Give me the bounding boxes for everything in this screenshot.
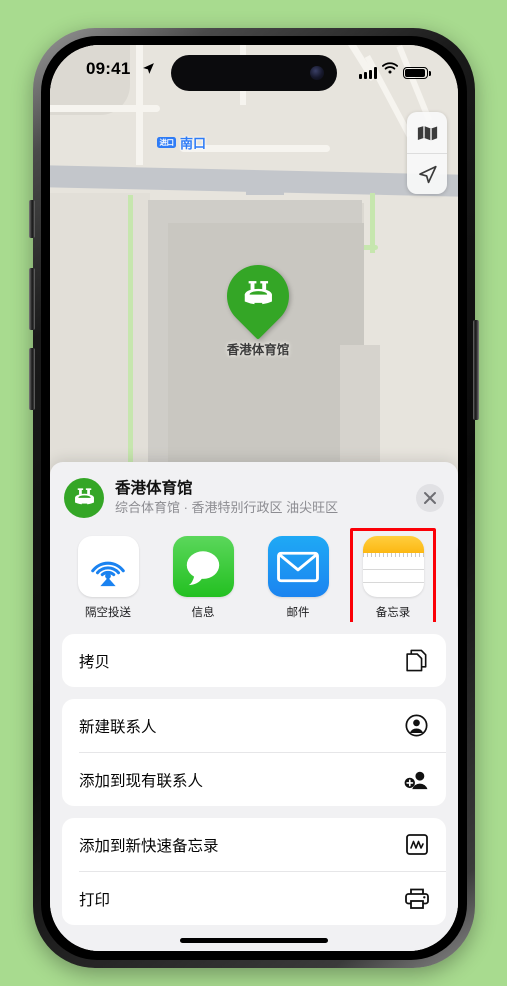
mail-icon[interactable] — [267, 536, 329, 597]
action-label: 打印 — [79, 891, 111, 909]
person-add-icon — [404, 767, 429, 792]
action-button[interactable] — [29, 200, 35, 238]
map-pin-label: 香港体育馆 — [226, 343, 290, 357]
front-camera-icon — [310, 66, 324, 80]
share-apps-row[interactable]: 隔空投送 信息 邮件 备忘录 — [50, 528, 458, 622]
action-row-print[interactable]: 打印 — [62, 872, 446, 925]
phone-screen: 进口 南口 香港体育馆 09:41 香港体育馆 综合体育馆 · 香港特别行政区 … — [50, 45, 458, 951]
messages-icon[interactable] — [172, 536, 234, 597]
action-group-contacts: 新建联系人 添加到现有联系人 — [62, 699, 446, 806]
action-row-copy[interactable]: 拷贝 — [62, 634, 446, 687]
location-arrow-icon — [418, 165, 437, 183]
share-app-mail[interactable]: 邮件 — [260, 536, 336, 620]
quick-note-icon — [404, 832, 429, 857]
map-pin-hong-kong-coliseum[interactable]: 香港体育馆 — [214, 252, 302, 358]
share-app-label: 隔空投送 — [85, 607, 131, 619]
notes-icon[interactable] — [362, 536, 424, 597]
action-row-add-quick-note[interactable]: 添加到新快速备忘录 — [62, 818, 446, 871]
page-subtitle: 综合体育馆 · 香港特别行政区 油尖旺区 — [115, 499, 339, 515]
share-app-reminders[interactable]: 提 — [450, 536, 458, 620]
share-sheet-titles: 香港体育馆 综合体育馆 · 香港特别行政区 油尖旺区 — [115, 479, 416, 516]
share-app-messages[interactable]: 信息 — [165, 536, 241, 620]
close-icon — [424, 492, 436, 504]
stadium-icon — [244, 281, 272, 309]
share-sheet: 香港体育馆 综合体育馆 · 香港特别行政区 油尖旺区 隔空投送 信息 邮件 备忘… — [50, 462, 458, 951]
action-label: 添加到现有联系人 — [79, 772, 204, 790]
action-group-notes: 添加到新快速备忘录 打印 — [62, 818, 446, 925]
cellular-bars-icon — [359, 67, 377, 79]
status-time: 09:41 — [86, 59, 131, 78]
home-indicator[interactable] — [180, 937, 328, 943]
share-app-notes[interactable]: 备忘录 — [350, 528, 436, 622]
share-app-label: 备忘录 — [375, 607, 411, 619]
dynamic-island — [171, 55, 337, 91]
reminders-icon[interactable] — [457, 536, 458, 597]
wifi-icon — [382, 61, 398, 79]
locate-me-button[interactable] — [407, 153, 447, 194]
map-exit-label: 进口 南口 — [157, 133, 206, 152]
location-arrow-icon — [142, 62, 155, 80]
action-label: 拷贝 — [79, 653, 111, 671]
action-row-new-contact[interactable]: 新建联系人 — [62, 699, 446, 752]
exit-badge: 进口 — [157, 137, 176, 148]
share-app-label: 提 — [450, 604, 458, 620]
power-button[interactable] — [473, 320, 479, 420]
status-bar: 09:41 — [50, 45, 458, 99]
page-title: 香港体育馆 — [115, 480, 193, 498]
map-layers-icon — [417, 125, 437, 140]
battery-full-icon — [403, 66, 431, 79]
airdrop-icon[interactable] — [77, 536, 139, 597]
share-sheet-header: 香港体育馆 综合体育馆 · 香港特别行政区 油尖旺区 — [50, 462, 458, 528]
action-group-copy: 拷贝 — [62, 634, 446, 687]
share-app-label: 邮件 — [286, 607, 310, 619]
volume-up-button[interactable] — [29, 268, 35, 330]
map-layers-button[interactable] — [407, 112, 447, 153]
exit-label-text: 南口 — [180, 136, 207, 151]
map-pin[interactable] — [214, 252, 302, 340]
share-app-airdrop[interactable]: 隔空投送 — [70, 536, 146, 620]
close-button[interactable] — [416, 484, 444, 512]
share-app-label: 信息 — [191, 607, 215, 619]
volume-down-button[interactable] — [29, 348, 35, 410]
action-label: 添加到新快速备忘录 — [79, 837, 219, 855]
avatar — [64, 478, 104, 518]
stadium-icon — [74, 487, 94, 507]
printer-icon — [404, 886, 429, 911]
person-circle-icon — [404, 713, 429, 738]
action-row-add-existing-contact[interactable]: 添加到现有联系人 — [62, 753, 446, 806]
map-controls[interactable] — [407, 112, 447, 194]
action-label: 新建联系人 — [79, 718, 157, 736]
copy-icon — [404, 648, 429, 673]
status-indicators — [359, 61, 431, 79]
